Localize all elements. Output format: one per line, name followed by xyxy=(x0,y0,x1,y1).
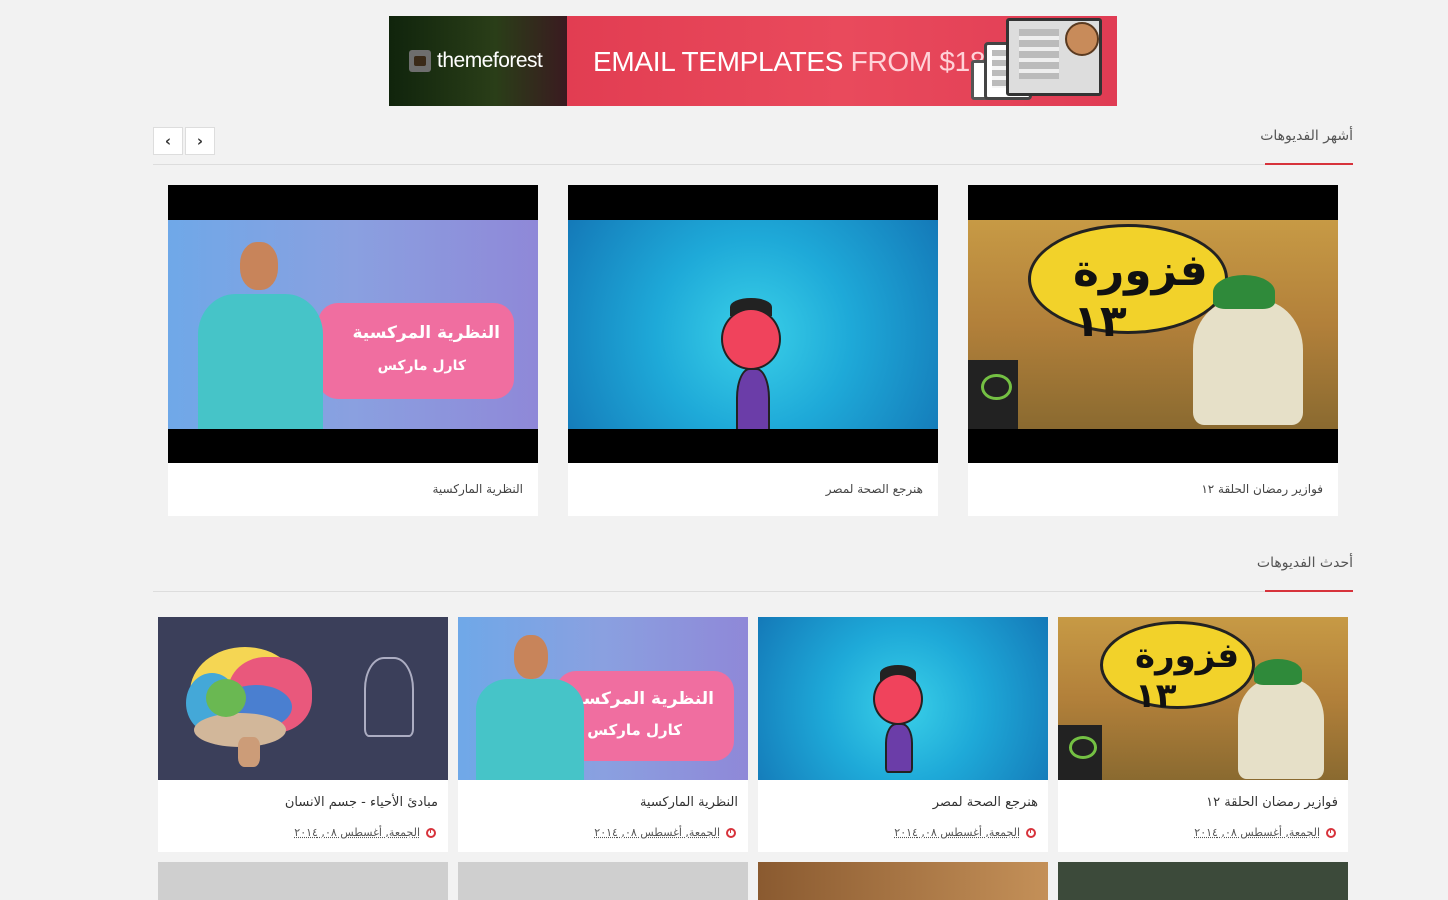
thumbnail-caption: النظرية المركسية xyxy=(566,689,714,709)
video-date: الجمعة, أغسطس ٠٨, ٢٠١٤ xyxy=(294,826,420,839)
banner-headline-main: EMAIL TEMPLATES xyxy=(593,46,844,77)
video-thumbnail-partial[interactable] xyxy=(1058,862,1348,900)
banner-brand: themeforest xyxy=(437,49,543,72)
banner-brand-area: themeforest xyxy=(389,16,567,106)
clock-icon xyxy=(1326,827,1336,838)
clock-icon xyxy=(726,827,736,838)
popular-title-underline xyxy=(1265,163,1353,165)
video-thumbnail-partial[interactable] xyxy=(458,862,748,900)
banner-promo-area: EMAIL TEMPLATES FROM $18 xyxy=(567,16,1117,106)
video-thumbnail-partial[interactable] xyxy=(758,862,1048,900)
etisalat-logo-icon xyxy=(968,360,1018,429)
banner-headline: EMAIL TEMPLATES FROM $18 xyxy=(593,46,985,78)
latest-section-title: أحدث الفديوهات xyxy=(1256,555,1353,571)
latest-video-card[interactable]: فزورة ١٣ فوازير رمضان الحلقة ١٢ الجمعة, … xyxy=(1058,617,1348,852)
video-title[interactable]: النظرية الماركسية xyxy=(432,482,523,496)
video-title[interactable]: مبادئ الأحياء - جسم الانسان xyxy=(285,795,438,810)
popular-video-card[interactable]: فزورة ١٣ فوازير رمضان الحلقة ١٢ xyxy=(968,185,1338,516)
thumbnail-subcaption: كارل ماركس xyxy=(377,358,466,374)
video-title[interactable]: هنرجع الصحة لمصر xyxy=(933,795,1038,810)
video-title[interactable]: فوازير رمضان الحلقة ١٢ xyxy=(1206,795,1338,810)
latest-section-header: أحدث الفديوهات xyxy=(153,545,1353,592)
ad-banner[interactable]: themeforest EMAIL TEMPLATES FROM $18 xyxy=(389,16,1117,106)
latest-title-underline xyxy=(1265,590,1353,592)
banner-headline-accent: FROM $18 xyxy=(850,46,986,77)
popular-video-card[interactable]: النظرية المركسية كارل ماركس النظرية الما… xyxy=(168,185,538,516)
video-meta: الجمعة, أغسطس ٠٨, ٢٠١٤ xyxy=(1194,826,1336,839)
clock-icon xyxy=(1026,827,1036,838)
latest-video-card[interactable]: النظرية المركسية كارل ماركس النظرية الما… xyxy=(458,617,748,852)
video-thumbnail[interactable]: فزورة ١٣ xyxy=(1058,617,1348,780)
video-meta: الجمعة, أغسطس ٠٨, ٢٠١٤ xyxy=(294,826,436,839)
video-date: الجمعة, أغسطس ٠٨, ٢٠١٤ xyxy=(894,826,1020,839)
video-thumbnail-partial[interactable] xyxy=(158,862,448,900)
video-thumbnail[interactable] xyxy=(568,185,938,463)
mascot-icon xyxy=(1065,22,1099,56)
video-thumbnail[interactable]: فزورة ١٣ xyxy=(968,185,1338,463)
popular-section-header: أشهر الفديوهات xyxy=(153,118,1353,165)
popular-video-card[interactable]: هنرجع الصحة لمصر xyxy=(568,185,938,516)
video-thumbnail[interactable] xyxy=(758,617,1048,780)
thumbnail-caption: فزورة ١٣ xyxy=(1135,636,1240,716)
video-meta: الجمعة, أغسطس ٠٨, ٢٠١٤ xyxy=(594,826,736,839)
thumbnail-subcaption: كارل ماركس xyxy=(587,721,682,739)
video-thumbnail[interactable] xyxy=(158,617,448,780)
carousel-next-button[interactable]: › xyxy=(185,127,215,155)
video-thumbnail[interactable]: النظرية المركسية كارل ماركس xyxy=(458,617,748,780)
latest-video-card[interactable]: هنرجع الصحة لمصر الجمعة, أغسطس ٠٨, ٢٠١٤ xyxy=(758,617,1048,852)
video-date: الجمعة, أغسطس ٠٨, ٢٠١٤ xyxy=(1194,826,1320,839)
thumbnail-caption: النظرية المركسية xyxy=(352,323,500,343)
themeforest-logo-icon xyxy=(409,50,431,72)
video-date: الجمعة, أغسطس ٠٨, ٢٠١٤ xyxy=(594,826,720,839)
figure-icon xyxy=(364,657,414,737)
clock-icon xyxy=(426,827,436,838)
latest-video-card[interactable]: مبادئ الأحياء - جسم الانسان الجمعة, أغسط… xyxy=(158,617,448,852)
video-thumbnail[interactable]: النظرية المركسية كارل ماركس xyxy=(168,185,538,463)
video-meta: الجمعة, أغسطس ٠٨, ٢٠١٤ xyxy=(894,826,1036,839)
popular-section-title: أشهر الفديوهات xyxy=(1260,128,1353,144)
video-title[interactable]: فوازير رمضان الحلقة ١٢ xyxy=(1201,482,1323,496)
video-title[interactable]: هنرجع الصحة لمصر xyxy=(826,482,923,496)
video-title[interactable]: النظرية الماركسية xyxy=(640,795,738,810)
carousel-prev-button[interactable]: ‹ xyxy=(153,127,183,155)
etisalat-logo-icon xyxy=(1058,725,1102,780)
